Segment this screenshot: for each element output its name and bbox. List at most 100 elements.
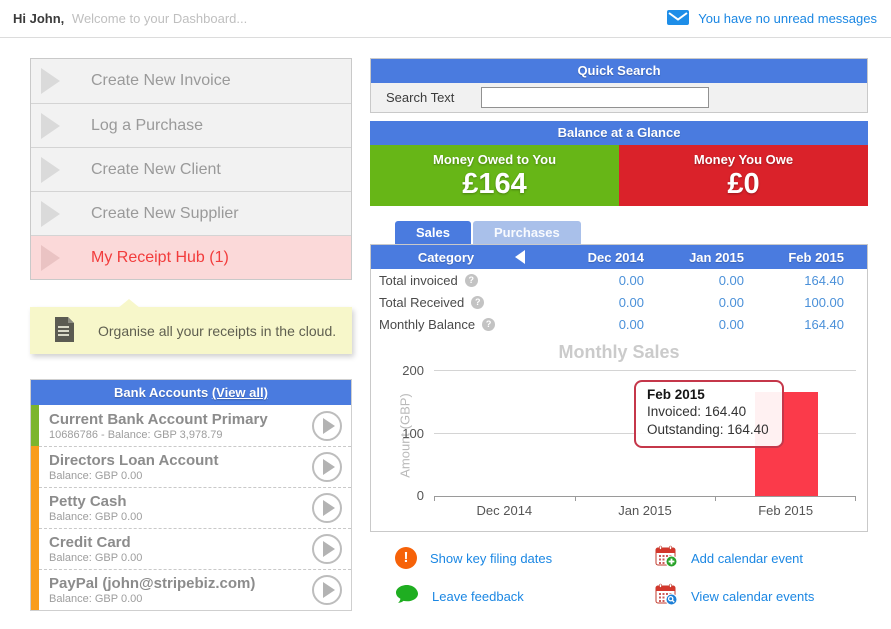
messages-link[interactable]: You have no unread messages <box>667 10 877 28</box>
account-name: Current Bank Account Primary <box>49 411 312 428</box>
show-key-filing-dates-link[interactable]: ! Show key filing dates <box>395 545 655 571</box>
bank-account-row: Current Bank Account Primary 10686786 - … <box>31 405 351 446</box>
scroll-months-back-icon[interactable] <box>515 250 525 264</box>
quick-links: ! Show key filing dates <box>395 545 868 609</box>
cell-value[interactable]: 164.40 <box>744 273 844 288</box>
cell-value[interactable]: 164.40 <box>744 317 844 332</box>
search-input[interactable] <box>481 87 709 108</box>
row-label: Monthly Balance <box>379 317 475 332</box>
tab-sales[interactable]: Sales <box>395 221 471 244</box>
create-new-invoice-button[interactable]: Create New Invoice <box>31 59 351 103</box>
arrow-right-icon <box>41 245 60 271</box>
money-you-owe: Money You Owe £0 <box>619 145 868 206</box>
greeting-name: Hi John, <box>13 11 64 26</box>
open-account-button[interactable] <box>312 411 342 441</box>
table-row: Monthly Balance ? 0.00 0.00 164.40 <box>371 313 867 335</box>
row-label: Total Received <box>379 295 464 310</box>
account-status-stripe <box>31 569 39 610</box>
row-label: Total invoiced <box>379 273 458 288</box>
view-calendar-events-link[interactable]: View calendar events <box>655 583 868 609</box>
money-owed-to-you: Money Owed to You £164 <box>370 145 619 206</box>
arrow-right-icon <box>41 201 60 227</box>
chart-title: Monthly Sales <box>371 335 867 363</box>
link-label: View calendar events <box>691 589 814 604</box>
bank-accounts-title: Bank Accounts <box>114 385 208 400</box>
log-a-purchase-button[interactable]: Log a Purchase <box>31 103 351 147</box>
account-status-stripe <box>31 487 39 528</box>
x-tick <box>715 496 716 501</box>
account-status-stripe <box>31 528 39 569</box>
cell-value[interactable]: 0.00 <box>544 317 644 332</box>
y-tick-label: 200 <box>402 363 424 378</box>
bank-account-row: Credit Card Balance: GBP 0.00 <box>31 528 351 569</box>
category-header: Category <box>371 250 521 265</box>
leave-feedback-link[interactable]: Leave feedback <box>395 583 655 609</box>
help-icon[interactable]: ? <box>465 274 478 287</box>
quick-search-header: Quick Search <box>371 59 867 83</box>
month-header: Dec 2014 <box>544 250 644 265</box>
action-label: Create New Supplier <box>91 205 239 223</box>
play-icon <box>323 459 335 475</box>
month-header: Jan 2015 <box>644 250 744 265</box>
play-icon <box>323 582 335 598</box>
account-name: Directors Loan Account <box>49 452 312 469</box>
cell-value[interactable]: 0.00 <box>544 273 644 288</box>
action-label: Create New Invoice <box>91 72 231 90</box>
cell-value[interactable]: 100.00 <box>744 295 844 310</box>
link-label: Add calendar event <box>691 551 803 566</box>
document-icon <box>54 317 75 345</box>
help-icon[interactable]: ? <box>482 318 495 331</box>
account-name: Credit Card <box>49 534 312 551</box>
help-icon[interactable]: ? <box>471 296 484 309</box>
balance-header: Balance at a Glance <box>370 121 868 145</box>
view-all-link[interactable]: (View all) <box>212 385 268 400</box>
create-new-client-button[interactable]: Create New Client <box>31 147 351 191</box>
account-status-stripe <box>31 405 39 446</box>
account-balance: Balance: GBP 0.00 <box>49 552 312 564</box>
create-new-supplier-button[interactable]: Create New Supplier <box>31 191 351 235</box>
play-icon <box>323 541 335 557</box>
sales-table-header: Category Dec 2014 Jan 2015 Feb 2015 <box>371 245 867 269</box>
messages-label: You have no unread messages <box>698 11 877 26</box>
left-column: Create New Invoice Log a Purchase Create… <box>30 58 352 611</box>
open-account-button[interactable] <box>312 493 342 523</box>
money-owe-value: £0 <box>619 168 868 201</box>
action-button-list: Create New Invoice Log a Purchase Create… <box>30 58 352 280</box>
arrow-right-icon <box>41 68 60 94</box>
cell-value[interactable]: 0.00 <box>644 295 744 310</box>
receipts-note: Organise all your receipts in the cloud. <box>30 299 352 354</box>
x-tick-label: Feb 2015 <box>715 503 856 518</box>
money-owed-label: Money Owed to You <box>370 145 619 167</box>
sales-panel: Category Dec 2014 Jan 2015 Feb 2015 Tota… <box>370 244 868 532</box>
cell-value[interactable]: 0.00 <box>544 295 644 310</box>
open-account-button[interactable] <box>312 575 342 605</box>
my-receipt-hub-button[interactable]: My Receipt Hub (1) <box>31 235 351 279</box>
arrow-right-icon <box>41 157 60 183</box>
alert-icon: ! <box>395 547 417 569</box>
cell-value[interactable]: 0.00 <box>644 317 744 332</box>
bank-accounts-header: Bank Accounts (View all) <box>31 380 351 405</box>
tooltip-invoiced: Invoiced: 164.40 <box>647 403 772 421</box>
x-tick <box>575 496 576 501</box>
x-tick <box>434 496 435 501</box>
play-icon <box>323 500 335 516</box>
x-tick-label: Jan 2015 <box>575 503 716 518</box>
month-header: Feb 2015 <box>744 250 844 265</box>
action-label: My Receipt Hub (1) <box>91 249 229 267</box>
envelope-icon <box>667 10 689 28</box>
tab-purchases[interactable]: Purchases <box>473 221 581 244</box>
account-status-stripe <box>31 446 39 487</box>
account-balance: Balance: GBP 0.00 <box>49 593 312 605</box>
tooltip-outstanding: Outstanding: 164.40 <box>647 421 772 439</box>
greeting-text: Welcome to your Dashboard... <box>72 11 247 26</box>
greeting: Hi John, Welcome to your Dashboard... <box>13 11 247 26</box>
open-account-button[interactable] <box>312 452 342 482</box>
open-account-button[interactable] <box>312 534 342 564</box>
account-name: PayPal (john@stripebiz.com) <box>49 575 312 592</box>
add-calendar-event-link[interactable]: Add calendar event <box>655 545 868 571</box>
x-tick <box>855 496 856 501</box>
account-balance: Balance: GBP 0.00 <box>49 470 312 482</box>
money-owe-label: Money You Owe <box>619 145 868 167</box>
top-bar: Hi John, Welcome to your Dashboard... Yo… <box>0 0 891 38</box>
cell-value[interactable]: 0.00 <box>644 273 744 288</box>
